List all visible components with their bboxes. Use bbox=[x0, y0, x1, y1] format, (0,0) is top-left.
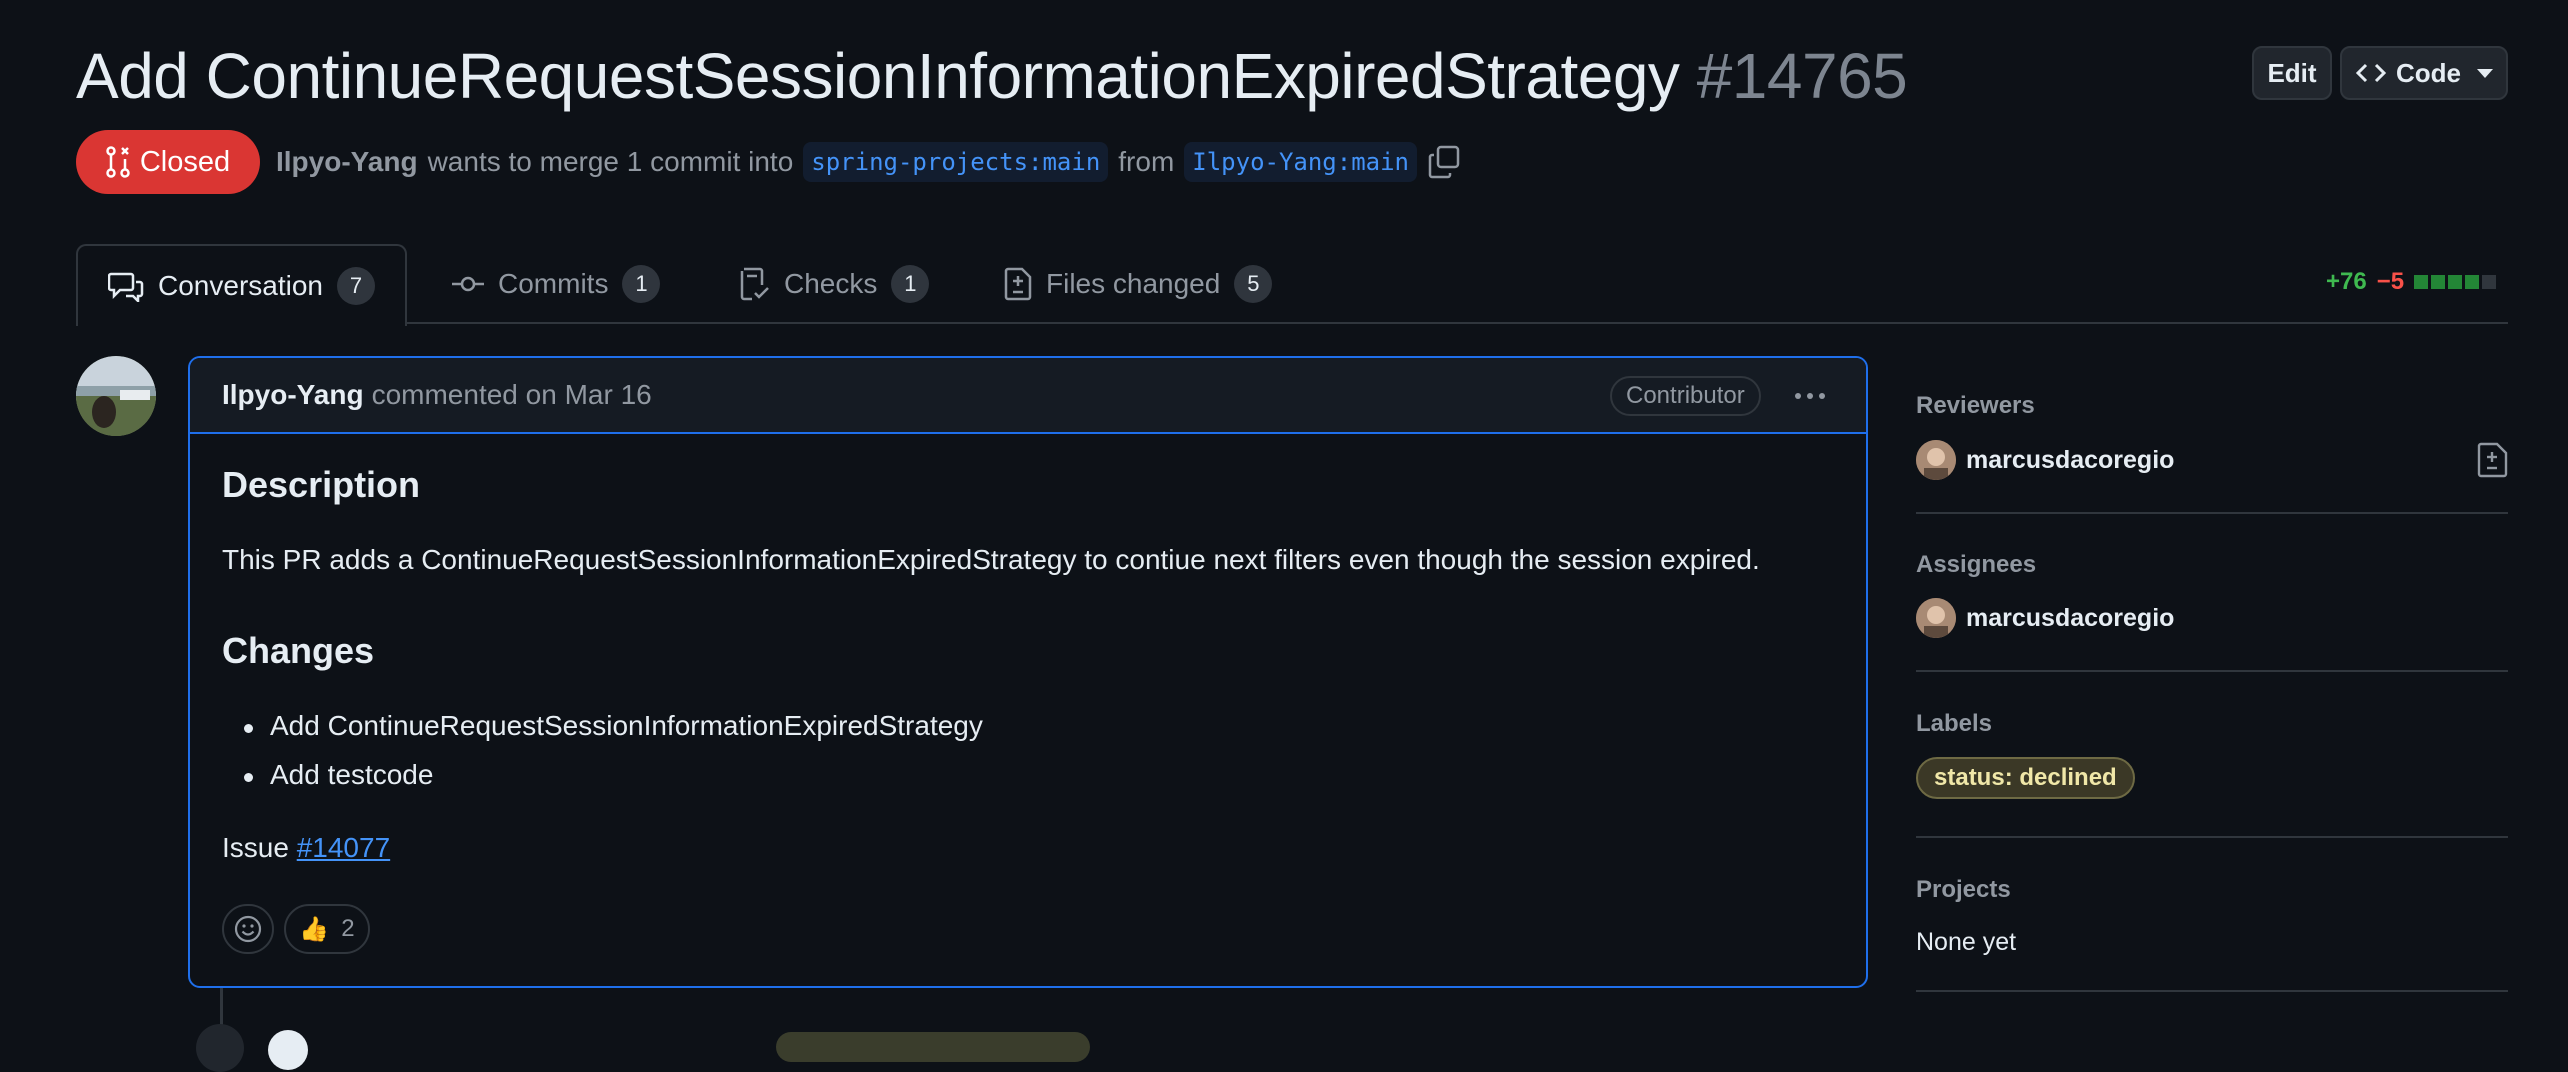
base-branch[interactable]: spring-projects:main bbox=[803, 142, 1109, 182]
comment-box: Ilpyo-Yang commented on Mar 16 Contribut… bbox=[188, 356, 1868, 988]
diffstat-additions: +76 bbox=[2326, 268, 2367, 295]
comment-header: Ilpyo-Yang commented on Mar 16 Contribut… bbox=[190, 358, 1866, 434]
pr-title: Add ContinueRequestSessionInformationExp… bbox=[76, 36, 1908, 116]
tab-conversation-label: Conversation bbox=[158, 270, 323, 301]
tab-checks-count: 1 bbox=[891, 265, 930, 303]
add-reaction-button[interactable] bbox=[222, 904, 274, 954]
thumbs-up-icon: 👍 bbox=[299, 915, 330, 943]
reviewer-name: marcusdacoregio bbox=[1966, 445, 2175, 474]
edit-button[interactable]: Edit bbox=[2252, 46, 2332, 100]
comment-discussion-icon bbox=[108, 272, 144, 302]
code-label: Code bbox=[2396, 57, 2461, 88]
status-label: Closed bbox=[139, 145, 231, 178]
issue-reference: Issue #14077 bbox=[222, 832, 390, 864]
diffstat-block bbox=[2465, 275, 2480, 289]
tab-commits[interactable]: Commits 1 bbox=[452, 244, 661, 324]
chevron-down-icon bbox=[2477, 68, 2493, 78]
reviewers-heading[interactable]: Reviewers bbox=[1916, 392, 2035, 420]
projects-value: None yet bbox=[1916, 928, 2017, 956]
timeline-event-icon bbox=[196, 1024, 244, 1072]
diffstat-block bbox=[2448, 275, 2463, 289]
tab-checks-label: Checks bbox=[784, 268, 878, 299]
file-diff-icon bbox=[1004, 267, 1032, 301]
tab-files-changed-label: Files changed bbox=[1046, 268, 1221, 299]
commit-icon bbox=[452, 276, 484, 292]
code-button[interactable]: Code bbox=[2340, 46, 2508, 100]
reviewer-item[interactable]: marcusdacoregio bbox=[1916, 440, 2174, 480]
code-icon bbox=[2356, 63, 2386, 83]
diffstat-deletions: −5 bbox=[2376, 268, 2405, 295]
tabs-divider bbox=[76, 322, 2508, 324]
avatar bbox=[1916, 440, 1956, 480]
pr-title-text: Add ContinueRequestSessionInformationExp… bbox=[76, 40, 1680, 112]
description-heading: Description bbox=[222, 464, 421, 505]
merge-summary: Ilpyo-Yang wants to merge 1 commit into … bbox=[276, 140, 1463, 184]
comment-author[interactable]: Ilpyo-Yang bbox=[222, 379, 364, 411]
sidebar-divider bbox=[1916, 512, 2508, 514]
issue-link[interactable]: #14077 bbox=[297, 832, 390, 863]
file-diff-icon[interactable] bbox=[2476, 442, 2510, 478]
diffstat-block bbox=[2414, 275, 2429, 289]
from-text: from bbox=[1118, 146, 1175, 177]
sidebar-divider bbox=[1916, 990, 2508, 992]
assignees-heading[interactable]: Assignees bbox=[1916, 551, 2036, 579]
thumbs-up-reaction[interactable]: 👍 2 bbox=[284, 904, 370, 954]
sidebar-divider bbox=[1916, 670, 2508, 672]
tab-conversation-count: 7 bbox=[336, 267, 375, 305]
tab-commits-label: Commits bbox=[498, 268, 609, 299]
tab-conversation[interactable]: Conversation 7 bbox=[76, 244, 407, 326]
pull-request-closed-icon bbox=[106, 146, 130, 178]
diffstat: +76 −5 bbox=[2326, 268, 2497, 296]
reaction-count: 2 bbox=[341, 915, 355, 942]
tab-files-changed[interactable]: Files changed 5 bbox=[1004, 244, 1273, 324]
contributor-badge: Contributor bbox=[1610, 376, 1761, 416]
copy-icon[interactable] bbox=[1427, 144, 1463, 180]
avatar-image bbox=[76, 356, 156, 436]
list-item: Add ContinueRequestSessionInformationExp… bbox=[244, 710, 983, 741]
kebab-menu-icon[interactable] bbox=[1790, 380, 1830, 412]
projects-heading[interactable]: Projects bbox=[1916, 876, 2011, 904]
avatar[interactable] bbox=[76, 356, 156, 436]
pr-number: #14765 bbox=[1696, 40, 1908, 112]
diffstat-bar bbox=[2414, 275, 2497, 289]
timeline-label bbox=[776, 1032, 1090, 1062]
label-badge[interactable]: status: declined bbox=[1916, 757, 2135, 799]
merge-text: wants to merge 1 commit into bbox=[427, 146, 794, 177]
tab-commits-count: 1 bbox=[622, 265, 661, 303]
avatar bbox=[1916, 598, 1956, 638]
issue-prefix: Issue bbox=[222, 832, 289, 863]
pr-author-link[interactable]: Ilpyo-Yang bbox=[276, 146, 418, 178]
labels-heading[interactable]: Labels bbox=[1916, 710, 1992, 738]
avatar[interactable] bbox=[268, 1030, 308, 1070]
comment-timestamp[interactable]: commented on Mar 16 bbox=[372, 379, 652, 411]
sidebar-divider bbox=[1916, 836, 2508, 838]
description-text: This PR adds a ContinueRequestSessionInf… bbox=[222, 544, 1760, 575]
changes-heading: Changes bbox=[222, 630, 375, 671]
status-badge: Closed bbox=[76, 130, 260, 194]
list-item: Add testcode bbox=[243, 759, 434, 790]
tab-files-changed-count: 5 bbox=[1234, 265, 1273, 303]
assignee-name: marcusdacoregio bbox=[1966, 603, 2175, 632]
assignee-item[interactable]: marcusdacoregio bbox=[1916, 598, 2174, 638]
smiley-icon bbox=[234, 915, 262, 943]
checklist-icon bbox=[740, 267, 769, 301]
diffstat-block bbox=[2482, 275, 2497, 289]
tab-checks[interactable]: Checks 1 bbox=[740, 244, 930, 324]
diffstat-block bbox=[2431, 275, 2446, 289]
head-branch[interactable]: Ilpyo-Yang:main bbox=[1184, 142, 1418, 182]
